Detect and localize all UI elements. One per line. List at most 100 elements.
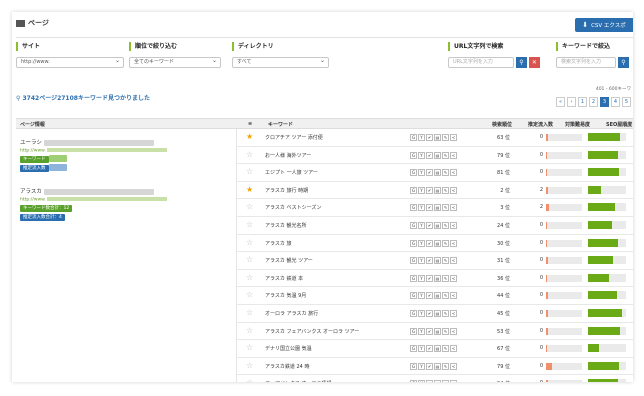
url-search-input[interactable]: URL文字列を入力: [448, 57, 514, 68]
star-icon[interactable]: ☆: [246, 167, 253, 177]
star-icon[interactable]: ☆: [246, 202, 253, 212]
tool-button[interactable]: ✎: [442, 345, 449, 353]
tool-button[interactable]: G: [410, 274, 417, 282]
tool-button[interactable]: <: [450, 362, 457, 370]
tool-button[interactable]: Y: [418, 292, 425, 300]
tool-button[interactable]: ▤: [434, 274, 441, 282]
star-icon[interactable]: ☆: [246, 308, 253, 318]
star-icon[interactable]: ☆: [246, 343, 253, 353]
tool-button[interactable]: ✔: [426, 169, 433, 177]
star-icon[interactable]: ☆: [246, 150, 253, 160]
star-icon[interactable]: ☆: [246, 378, 253, 382]
tool-button[interactable]: ✎: [442, 292, 449, 300]
tool-button[interactable]: <: [450, 310, 457, 317]
tool-button[interactable]: ✔: [426, 362, 433, 370]
site-select[interactable]: http://www.: [16, 56, 124, 68]
tool-button[interactable]: Y: [418, 169, 425, 177]
star-icon[interactable]: ★: [246, 132, 253, 142]
tool-button[interactable]: ✎: [442, 239, 449, 247]
search-icon[interactable]: ⚲: [617, 57, 629, 68]
tool-button[interactable]: G: [410, 310, 417, 317]
tool-button[interactable]: G: [410, 327, 417, 335]
tool-button[interactable]: ✎: [442, 186, 449, 194]
tool-button[interactable]: ✔: [426, 257, 433, 265]
tool-button[interactable]: <: [450, 257, 457, 265]
tool-button[interactable]: ✔: [426, 345, 433, 353]
tool-button[interactable]: <: [450, 222, 457, 229]
tool-button[interactable]: Y: [418, 327, 425, 335]
tool-button[interactable]: G: [410, 292, 417, 300]
tool-button[interactable]: <: [450, 134, 457, 141]
star-icon[interactable]: ☆: [246, 220, 253, 230]
pager-first[interactable]: «: [556, 97, 565, 107]
tool-button[interactable]: Y: [418, 134, 425, 141]
tool-button[interactable]: Y: [418, 380, 425, 382]
tool-button[interactable]: <: [450, 380, 457, 382]
star-icon[interactable]: ☆: [246, 273, 253, 283]
star-icon[interactable]: ★: [246, 185, 253, 195]
tool-button[interactable]: Y: [418, 239, 425, 247]
tool-button[interactable]: ✎: [442, 204, 449, 212]
dir-select[interactable]: すべて: [232, 56, 329, 68]
tool-button[interactable]: <: [450, 327, 457, 335]
star-icon[interactable]: ☆: [246, 290, 253, 300]
tool-button[interactable]: ▤: [434, 310, 441, 317]
tool-button[interactable]: ▤: [434, 134, 441, 141]
tool-button[interactable]: G: [410, 239, 417, 247]
tool-button[interactable]: G: [410, 362, 417, 370]
tool-button[interactable]: ✔: [426, 151, 433, 159]
tool-button[interactable]: ✎: [442, 257, 449, 265]
tool-button[interactable]: ✎: [442, 222, 449, 229]
pager-page-current[interactable]: 3: [600, 97, 609, 107]
keyword-text[interactable]: お一人様 海外ツアー: [265, 152, 311, 159]
tool-button[interactable]: ✔: [426, 327, 433, 335]
tool-button[interactable]: ▤: [434, 186, 441, 194]
keyword-text[interactable]: アラスカ 鉄道 本: [265, 275, 303, 282]
tool-button[interactable]: ▤: [434, 222, 441, 229]
tool-button[interactable]: ✔: [426, 310, 433, 317]
tool-button[interactable]: ✔: [426, 292, 433, 300]
tool-button[interactable]: ▤: [434, 169, 441, 177]
tool-button[interactable]: ✔: [426, 204, 433, 212]
tool-button[interactable]: <: [450, 186, 457, 194]
tool-button[interactable]: ✔: [426, 134, 433, 141]
keyword-text[interactable]: アラスカ 気温 9月: [265, 292, 306, 299]
tool-button[interactable]: ✔: [426, 239, 433, 247]
tool-button[interactable]: Y: [418, 222, 425, 229]
tool-button[interactable]: ▤: [434, 204, 441, 212]
pager-page[interactable]: 2: [589, 97, 598, 107]
keyword-text[interactable]: オーロラ アラスカ 旅行: [265, 310, 318, 317]
keyword-text[interactable]: デナリ国立公園 気温: [265, 345, 312, 352]
tool-button[interactable]: ✔: [426, 222, 433, 229]
tool-button[interactable]: ▤: [434, 362, 441, 370]
star-icon[interactable]: ☆: [246, 238, 253, 248]
keyword-text[interactable]: アラスカ フェアバンクス オーロラ ツアー: [265, 328, 359, 335]
tool-button[interactable]: ✎: [442, 310, 449, 317]
search-icon[interactable]: ⚲: [515, 57, 527, 68]
tool-button[interactable]: G: [410, 204, 417, 212]
tool-button[interactable]: G: [410, 380, 417, 382]
tool-button[interactable]: ✎: [442, 274, 449, 282]
tool-button[interactable]: G: [410, 169, 417, 177]
page-entry-url[interactable]: http://www.: [20, 149, 46, 154]
tool-button[interactable]: <: [450, 169, 457, 177]
kw-search-input[interactable]: 検索文字列を入力: [556, 57, 616, 68]
tool-button[interactable]: ✎: [442, 380, 449, 382]
csv-export-button[interactable]: ⬇ CSV エクスポ: [575, 18, 633, 32]
keyword-text[interactable]: アラスカ鉄道 24 時: [265, 363, 309, 370]
tool-button[interactable]: ▤: [434, 380, 441, 382]
tool-button[interactable]: G: [410, 345, 417, 353]
tool-button[interactable]: Y: [418, 151, 425, 159]
tool-button[interactable]: ▤: [434, 257, 441, 265]
tool-button[interactable]: Y: [418, 274, 425, 282]
tool-button[interactable]: Y: [418, 257, 425, 265]
keyword-text[interactable]: アラスカ 観光 ツアー: [265, 257, 313, 264]
tool-button[interactable]: ✔: [426, 380, 433, 382]
tool-button[interactable]: Y: [418, 204, 425, 212]
tool-button[interactable]: ✔: [426, 186, 433, 194]
keyword-text[interactable]: エジプト 一人旅 ツアー: [265, 169, 318, 176]
tool-button[interactable]: G: [410, 151, 417, 159]
tool-button[interactable]: <: [450, 345, 457, 353]
tool-button[interactable]: G: [410, 257, 417, 265]
tool-button[interactable]: Y: [418, 362, 425, 370]
